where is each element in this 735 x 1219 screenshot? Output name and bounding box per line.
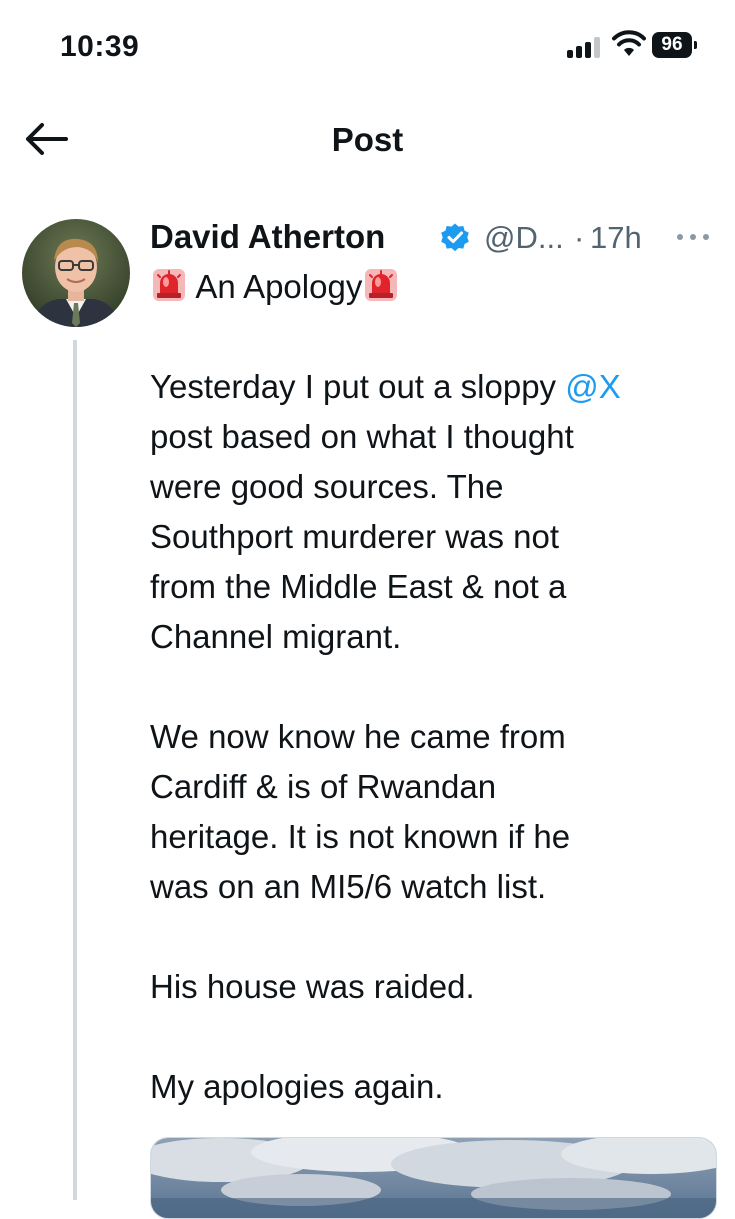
thread-line	[73, 340, 77, 1200]
post-text-line: We now know he came from	[150, 718, 566, 755]
police-siren-emoji-icon	[365, 269, 398, 301]
more-horizontal-icon[interactable]	[677, 232, 713, 242]
post-media-image[interactable]	[150, 1137, 717, 1219]
status-time: 10:39	[60, 30, 140, 63]
page-title: Post	[331, 121, 404, 158]
post-text-line: heritage. It is not known if he	[150, 818, 571, 855]
police-siren-emoji-icon	[153, 269, 185, 301]
post-text-segment: Yesterday I put out a sloppy	[150, 368, 566, 405]
mention-link[interactable]: @X	[565, 368, 621, 405]
battery-level: 96	[652, 32, 692, 58]
post-text-line: His house was raided.	[150, 968, 475, 1005]
navigation-bar: Post	[0, 95, 735, 185]
verified-badge-icon	[441, 223, 469, 252]
author-name[interactable]: David Atherton	[150, 218, 385, 256]
post-text-line: post based on what I thought	[150, 418, 574, 455]
wifi-icon	[612, 30, 646, 56]
post-header: David Atherton @D... · 17h	[150, 214, 720, 264]
post-text-line: from the Middle East & not a	[150, 568, 567, 605]
author-handle[interactable]: @D...	[484, 220, 564, 256]
post-headline: An Apology	[150, 262, 725, 312]
avatar[interactable]	[22, 219, 130, 327]
post-text-line: My apologies again.	[150, 1068, 444, 1105]
post-headline-text: An Apology	[195, 268, 363, 305]
post-text-line: Yesterday I put out a sloppy @X	[150, 362, 725, 412]
separator-dot: ·	[574, 220, 585, 255]
post-text-line: were good sources. The	[150, 468, 504, 505]
post-text-line: Southport murderer was not	[150, 518, 560, 555]
post-text-line: Channel migrant.	[150, 618, 402, 655]
post-timestamp[interactable]: 17h	[590, 220, 642, 256]
status-bar: 10:39 96	[0, 0, 735, 95]
post-text-line: was on an MI5/6 watch list.	[150, 868, 547, 905]
cellular-signal-icon	[567, 36, 603, 58]
battery-icon: 96	[652, 32, 698, 58]
post-text: An Apology Yesterday I put out a sloppy …	[150, 262, 725, 1112]
post-text-line: Cardiff & is of Rwandan	[150, 768, 497, 805]
